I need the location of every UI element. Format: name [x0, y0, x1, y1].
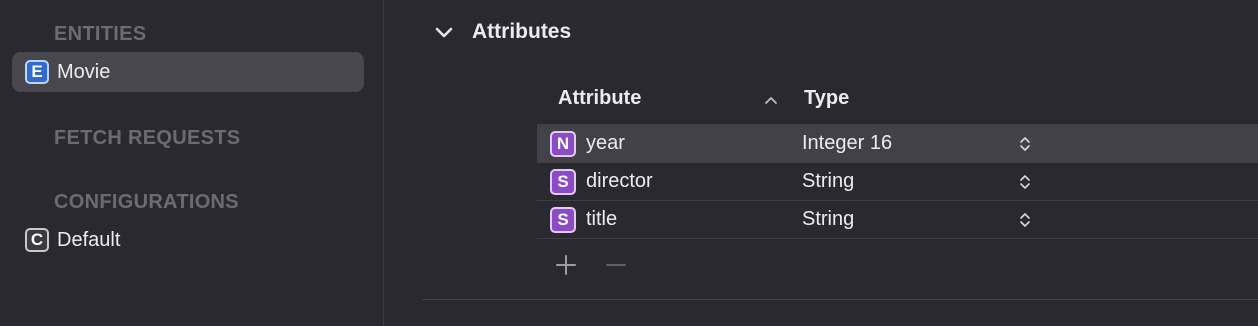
chevron-down-icon[interactable] — [432, 20, 456, 44]
entity-badge-icon: E — [25, 60, 49, 84]
chevron-up-icon[interactable] — [761, 91, 781, 109]
up-down-stepper-icon[interactable] — [1018, 134, 1032, 154]
attribute-name: director — [586, 170, 653, 192]
attribute-name: year — [586, 132, 625, 154]
column-header-attribute[interactable]: Attribute — [558, 87, 641, 110]
attribute-type-badge-icon: S — [550, 206, 576, 233]
sidebar-item-movie[interactable]: E Movie — [12, 52, 364, 92]
section-title-attributes: Attributes — [472, 20, 572, 43]
attribute-name: title — [586, 208, 618, 230]
sidebar-item-label: Movie — [57, 60, 111, 83]
core-data-model-editor: ENTITIES E Movie FETCH REQUESTS CONFIGUR… — [0, 0, 1258, 326]
up-down-stepper-icon[interactable] — [1018, 172, 1032, 192]
section-divider — [422, 299, 1258, 300]
up-down-stepper-icon[interactable] — [1018, 210, 1032, 230]
configuration-badge-icon: C — [25, 228, 49, 252]
attribute-type-badge-icon: S — [550, 168, 576, 195]
attributes-panel: Attributes Attribute Type N year Integer… — [385, 0, 1258, 326]
sidebar-item-label: Default — [57, 228, 121, 251]
sidebar: ENTITIES E Movie FETCH REQUESTS CONFIGUR… — [0, 0, 384, 326]
attribute-type-value[interactable]: Integer 16 — [802, 132, 892, 155]
attribute-row-director[interactable]: S director String — [537, 163, 1258, 201]
plus-icon[interactable] — [553, 252, 579, 278]
attribute-type-value[interactable]: String — [802, 170, 854, 193]
section-header-fetch-requests: FETCH REQUESTS — [54, 127, 241, 149]
minus-icon[interactable] — [603, 252, 629, 278]
section-header-entities: ENTITIES — [54, 23, 147, 45]
attribute-type-badge-icon: N — [550, 130, 576, 157]
column-header-type[interactable]: Type — [804, 87, 849, 110]
attribute-row-year[interactable]: N year Integer 16 — [537, 125, 1258, 163]
attribute-row-title[interactable]: S title String — [537, 201, 1258, 239]
attribute-type-value[interactable]: String — [802, 208, 854, 231]
sidebar-item-default[interactable]: C Default — [12, 220, 364, 260]
section-header-configurations: CONFIGURATIONS — [54, 191, 239, 213]
